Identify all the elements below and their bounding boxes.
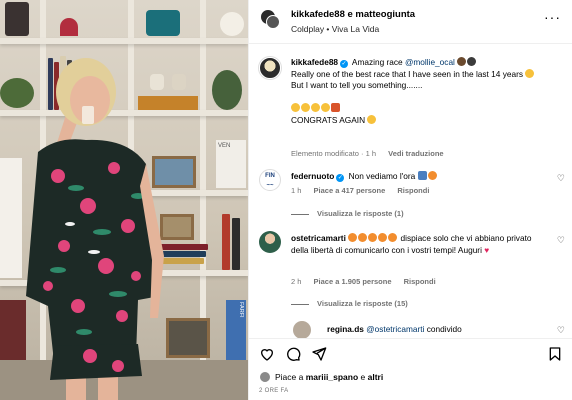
comment: ostetricamarti dispiace solo che vi abbi… <box>249 231 572 311</box>
post-panel: kikkafede88 e matteogiunta Coldplay • Vi… <box>248 0 572 400</box>
liked-by-user[interactable]: mariii_spano <box>306 372 358 382</box>
comment-text: regina.ds @ostetricamarti condivido <box>327 324 537 336</box>
emoji <box>427 171 437 180</box>
divider-line <box>291 213 309 215</box>
post-media[interactable]: VEN FARFI <box>0 0 248 400</box>
emoji <box>311 103 320 113</box>
see-translation-link[interactable]: Vedi traduzione <box>388 149 443 158</box>
more-icon[interactable]: ··· <box>544 10 561 24</box>
post-header: kikkafede88 e matteogiunta Coldplay • Vi… <box>249 0 572 44</box>
comment-username[interactable]: ostetricamarti <box>291 233 346 243</box>
avatar[interactable] <box>259 57 281 79</box>
avatar[interactable] <box>259 371 271 383</box>
shelf-box: VEN <box>216 140 246 188</box>
comment-icon[interactable] <box>285 346 301 362</box>
emoji <box>467 57 477 66</box>
emoji <box>388 233 398 242</box>
caption-line-4: CONGRATS AGAIN <box>291 114 366 125</box>
emoji <box>378 233 388 242</box>
comment: regina.ds @ostetricamarti condivido ♡ <box>249 321 572 338</box>
emoji <box>417 171 427 180</box>
comment-body: condivido <box>426 324 462 334</box>
comment-likes[interactable]: Piace a 1.905 persone <box>314 277 392 286</box>
comment-username[interactable]: federnuoto <box>291 171 334 181</box>
heart-emoji: ♥ <box>484 244 490 255</box>
view-replies-button[interactable]: Visualizza le risposte (15) <box>291 299 408 308</box>
post-authors[interactable]: kikkafede88 e matteogiunta <box>291 9 415 20</box>
emoji <box>321 103 330 113</box>
emoji <box>367 114 377 124</box>
caption-text: kikkafede88 ✓ Amazing race @mollie_ocal R… <box>291 57 543 127</box>
emoji <box>358 233 368 242</box>
comment-meta: 2 h Piace a 1.905 persone Rispondi <box>291 277 446 286</box>
comment-text: federnuoto ✓ Non vediamo l'ora <box>291 171 543 183</box>
caption-mention[interactable]: @mollie_ocal <box>405 57 455 67</box>
caption: kikkafede88 ✓ Amazing race @mollie_ocal R… <box>249 53 572 158</box>
avatar[interactable] <box>293 321 311 338</box>
comments-list[interactable]: kikkafede88 ✓ Amazing race @mollie_ocal R… <box>249 45 572 338</box>
comment-likes[interactable]: Piace a 417 persone <box>314 186 386 195</box>
reply-button[interactable]: Rispondi <box>397 186 429 195</box>
caption-line-1: Amazing race <box>351 57 403 67</box>
emoji <box>331 103 340 113</box>
comment: FIN ~~ federnuoto ✓ Non vediamo l'ora 1 h … <box>249 169 572 219</box>
liked-by-prefix: Piace a <box>275 372 306 382</box>
caption-username[interactable]: kikkafede88 <box>291 57 338 67</box>
comment-mention[interactable]: @ostetricamarti <box>366 324 424 334</box>
emoji <box>301 103 310 113</box>
decor-bowl <box>220 12 244 36</box>
audio-track[interactable]: Coldplay • Viva La Vida <box>291 24 379 34</box>
vase <box>5 2 29 36</box>
comment-time: 2 h <box>291 277 302 286</box>
emoji <box>348 233 358 242</box>
divider-line <box>291 303 309 305</box>
book-spine-label: FARFI <box>238 302 244 318</box>
post-timestamp: 2 ORE FA <box>259 388 289 394</box>
book-spine: FARFI <box>226 300 246 360</box>
comment-text: ostetricamarti dispiace solo che vi abbi… <box>291 233 543 256</box>
person-figure <box>26 58 164 400</box>
avatar[interactable] <box>266 15 280 29</box>
caption-meta: Elemento modificato · 1 h Vedi traduzion… <box>291 149 454 158</box>
verified-icon: ✓ <box>340 60 349 68</box>
caption-line-3: But I want to tell you something....... <box>291 80 423 91</box>
liked-by: Piace a mariii_spano e altri <box>259 371 383 383</box>
liked-by-others[interactable]: altri <box>368 372 384 382</box>
avatar[interactable] <box>259 231 281 253</box>
avatar[interactable]: FIN ~~ <box>259 169 281 191</box>
view-replies-label: Visualizza le risposte (15) <box>317 299 408 308</box>
book <box>222 214 230 270</box>
teal-vase <box>146 10 180 36</box>
heart-icon[interactable]: ♡ <box>557 235 565 246</box>
comment-meta: 1 h Piace a 417 persone Rispondi <box>291 186 439 195</box>
comment-username[interactable]: regina.ds <box>327 324 364 334</box>
action-bar <box>249 338 572 368</box>
book <box>232 218 240 270</box>
emoji <box>457 57 467 66</box>
emoji <box>525 68 535 78</box>
view-replies-button[interactable]: Visualizza le risposte (1) <box>291 209 404 218</box>
comment-time: 1 h <box>291 186 302 195</box>
save-icon[interactable] <box>547 346 563 362</box>
liked-by-suffix: e <box>358 372 368 382</box>
heart-icon[interactable]: ♡ <box>557 325 565 336</box>
caption-line-2: Really one of the best race that I have … <box>291 68 523 79</box>
reply-button[interactable]: Rispondi <box>404 277 436 286</box>
shelf-box-label: VEN <box>218 143 231 149</box>
view-replies-label: Visualizza le risposte (1) <box>317 209 404 218</box>
verified-icon: ✓ <box>336 174 345 182</box>
shelf <box>0 38 248 44</box>
caption-edited: Elemento modificato · 1 h <box>291 149 377 158</box>
share-icon[interactable] <box>311 346 327 362</box>
heart-icon[interactable]: ♡ <box>557 173 565 184</box>
heart-icon[interactable] <box>259 346 275 362</box>
comment-body: Non vediamo l'ora <box>348 171 416 181</box>
emoji <box>368 233 378 242</box>
decor-object <box>60 18 78 36</box>
plant <box>212 70 242 110</box>
emoji <box>291 103 300 113</box>
